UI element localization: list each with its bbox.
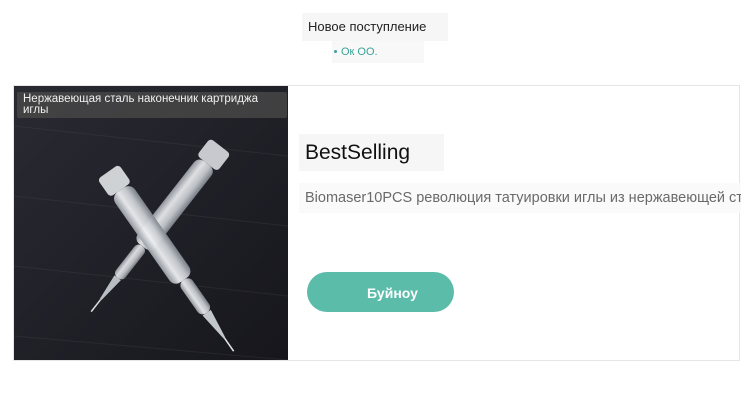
bullet-icon xyxy=(334,49,337,53)
header-link[interactable]: Ок ОО. xyxy=(332,41,424,63)
image-caption: Нержавеющая сталь наконечник картриджа и… xyxy=(17,92,287,118)
product-card[interactable]: Нержавеющая сталь наконечник картриджа и… xyxy=(13,85,741,361)
tattoo-needle-cartridges-illustration xyxy=(14,86,288,360)
product-image[interactable]: Нержавеющая сталь наконечник картриджа и… xyxy=(14,86,288,360)
header-link-text: Ок ОО. xyxy=(341,46,378,58)
bestselling-badge: BestSelling xyxy=(299,134,444,171)
product-description[interactable]: Biomaser10PCS революция татуировки иглы … xyxy=(299,183,741,213)
buy-button[interactable]: Буйноу xyxy=(307,272,454,312)
section-title: Новое поступление xyxy=(302,13,448,41)
